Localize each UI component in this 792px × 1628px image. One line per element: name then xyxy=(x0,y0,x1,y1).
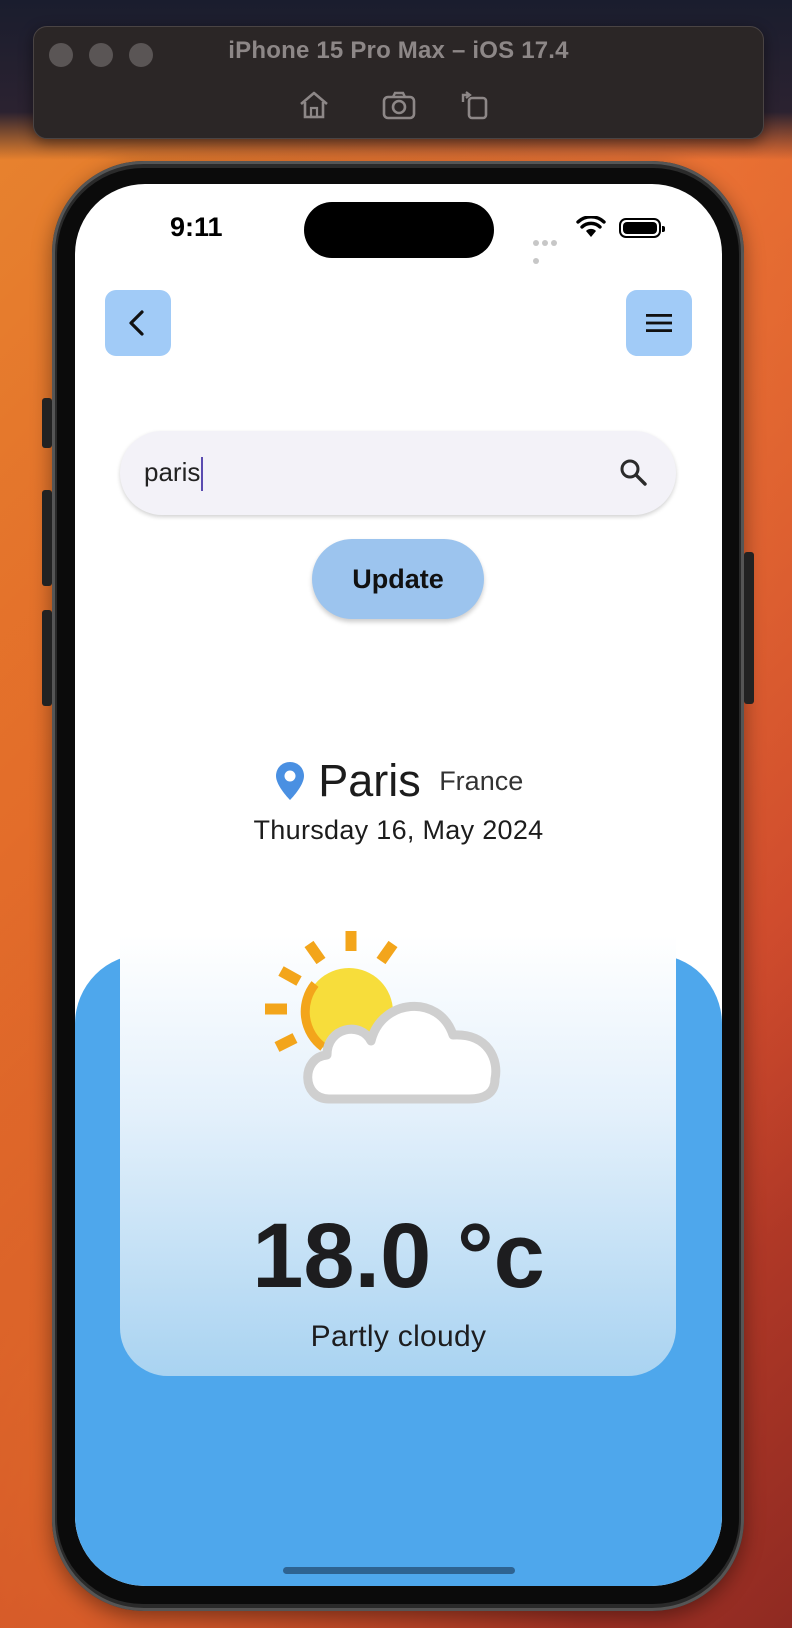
city-name: Paris xyxy=(318,755,421,806)
partly-cloudy-icon xyxy=(265,931,501,1104)
temperature-value: 18.0 °c xyxy=(252,1205,545,1307)
volume-down-button xyxy=(42,610,52,706)
phone-screen: 9:11 paris Update Paris France Thursday … xyxy=(75,184,722,1586)
screenshot-icon[interactable] xyxy=(381,87,417,123)
action-button xyxy=(42,398,52,448)
search-icon[interactable] xyxy=(618,457,648,487)
location-pin-icon xyxy=(275,762,304,800)
update-button[interactable]: Update xyxy=(312,539,484,619)
dynamic-island xyxy=(304,202,494,258)
back-button[interactable] xyxy=(105,290,171,356)
location-row: Paris France xyxy=(75,755,722,807)
menu-button[interactable] xyxy=(626,290,692,356)
chevron-left-icon xyxy=(129,310,144,336)
battery-icon xyxy=(619,218,665,238)
side-button xyxy=(744,552,754,704)
hamburger-menu-icon xyxy=(646,314,672,332)
home-indicator[interactable] xyxy=(283,1567,515,1574)
status-time: 9:11 xyxy=(170,212,223,242)
simulator-title-bar: iPhone 15 Pro Max – iOS 17.4 xyxy=(33,26,764,139)
text-caret xyxy=(201,457,204,492)
date-label: Thursday 16, May 2024 xyxy=(253,815,544,845)
search-input-value: paris xyxy=(144,457,201,487)
search-input[interactable]: paris xyxy=(120,431,676,515)
wifi-icon xyxy=(576,216,606,237)
weather-condition: Partly cloudy xyxy=(310,1320,487,1353)
country-name: France xyxy=(439,765,524,796)
volume-up-button xyxy=(42,490,52,586)
simulator-title: iPhone 15 Pro Max – iOS 17.4 xyxy=(228,37,569,64)
cellular-signal-icon xyxy=(533,233,567,264)
rotate-icon[interactable] xyxy=(457,87,493,123)
home-icon[interactable] xyxy=(296,87,332,123)
